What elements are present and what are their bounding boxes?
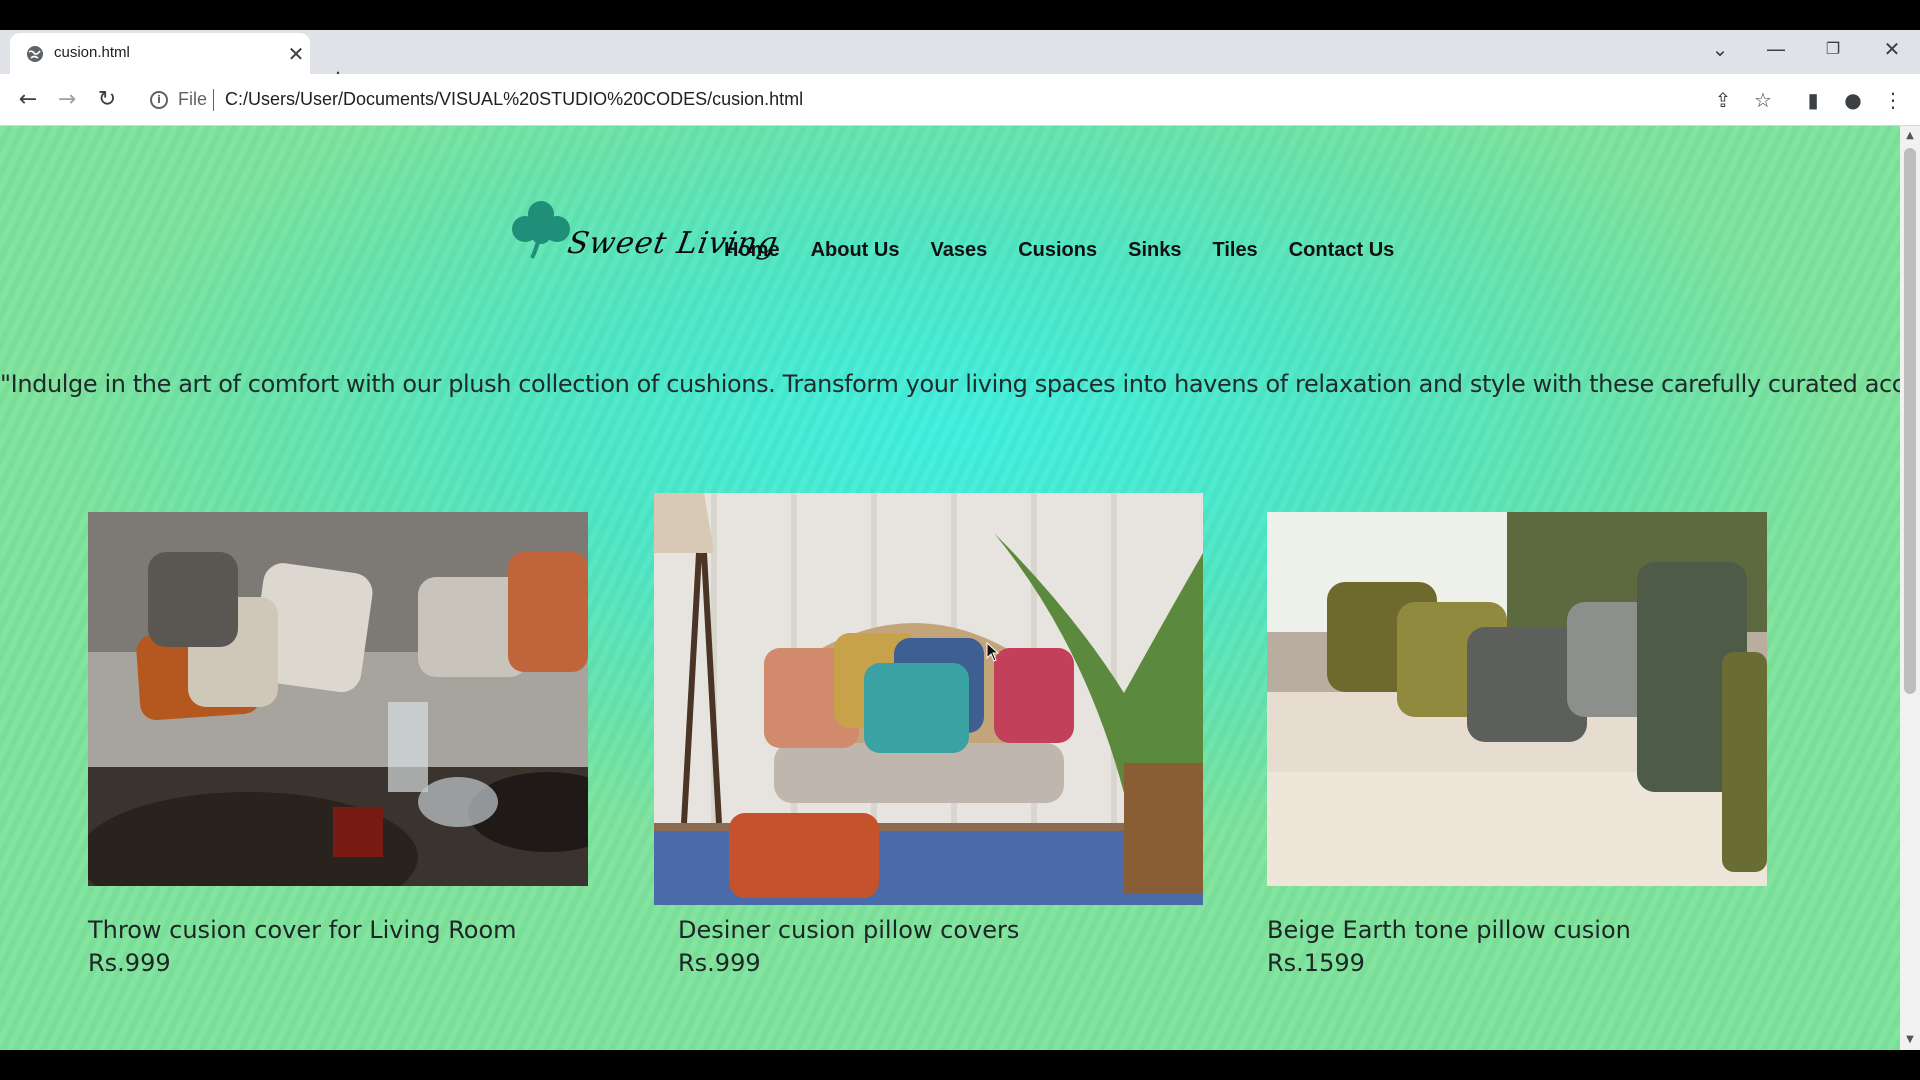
clover-logo-icon	[512, 201, 570, 259]
tab-search-icon[interactable]: ⌄	[1700, 34, 1740, 64]
intro-quote: "Indulge in the art of comfort with our …	[0, 370, 1900, 398]
back-icon[interactable]: ←	[14, 86, 42, 114]
product-price-1: Rs.999	[88, 949, 171, 977]
browser-window: cusion.html ✕ + ⌄ — ❐ ✕ ← → ↻ i File C:/…	[0, 0, 1920, 1080]
globe-icon	[27, 46, 43, 62]
scroll-thumb[interactable]	[1904, 148, 1916, 694]
side-panel-icon[interactable]: ▮	[1798, 86, 1828, 114]
browser-toolbar: ← → ↻ i File C:/Users/User/Documents/VIS…	[0, 74, 1920, 126]
bookmark-star-icon[interactable]: ☆	[1748, 86, 1778, 114]
tab-title: cusion.html	[54, 44, 130, 61]
reload-icon[interactable]: ↻	[93, 86, 121, 114]
nav-item-home[interactable]: Home	[724, 239, 780, 262]
product-image-1[interactable]	[88, 512, 588, 886]
menu-kebab-icon[interactable]: ⋮	[1878, 86, 1908, 114]
product-image-2[interactable]	[654, 493, 1203, 905]
info-icon[interactable]: i	[150, 91, 168, 109]
title-bar	[0, 0, 1920, 30]
nav-item-about-us[interactable]: About Us	[811, 239, 900, 262]
mouse-cursor-icon	[986, 642, 1000, 662]
product-image-3[interactable]	[1267, 512, 1767, 886]
restore-icon[interactable]: ❐	[1813, 34, 1853, 64]
address-bar[interactable]: i File C:/Users/User/Documents/VISUAL%20…	[138, 80, 1758, 120]
scroll-up-icon[interactable]: ▲	[1904, 130, 1916, 141]
close-window-icon[interactable]: ✕	[1872, 34, 1912, 64]
profile-avatar-icon[interactable]: ●	[1838, 86, 1868, 114]
scroll-down-icon[interactable]: ▼	[1904, 1034, 1916, 1045]
address-separator	[213, 89, 214, 111]
nav-item-contact-us[interactable]: Contact Us	[1289, 239, 1395, 262]
product-name-1[interactable]: Throw cusion cover for Living Room	[88, 916, 517, 944]
minimize-icon[interactable]: —	[1756, 34, 1796, 64]
nav-item-sinks[interactable]: Sinks	[1128, 239, 1181, 262]
product-price-3: Rs.1599	[1267, 949, 1365, 977]
vertical-scrollbar[interactable]: ▲ ▼	[1900, 126, 1920, 1050]
product-name-2[interactable]: Desiner cusion pillow covers	[678, 916, 1019, 944]
page-viewport: Sweet Living Home About Us Vases Cusions…	[0, 126, 1900, 1050]
share-icon[interactable]: ⇪	[1708, 86, 1738, 114]
close-tab-icon[interactable]: ✕	[285, 43, 307, 65]
address-url[interactable]: C:/Users/User/Documents/VISUAL%20STUDIO%…	[225, 89, 803, 110]
nav-item-cusions[interactable]: Cusions	[1018, 239, 1097, 262]
product-price-2: Rs.999	[678, 949, 761, 977]
nav-item-vases[interactable]: Vases	[930, 239, 987, 262]
taskbar-strip	[0, 1050, 1920, 1080]
product-name-3[interactable]: Beige Earth tone pillow cusion	[1267, 916, 1631, 944]
tab-cusion[interactable]: cusion.html ✕	[10, 33, 310, 74]
forward-icon[interactable]: →	[53, 86, 81, 114]
tab-strip: cusion.html ✕ +	[0, 30, 1920, 94]
address-scheme: File	[178, 89, 208, 109]
nav-item-tiles[interactable]: Tiles	[1212, 239, 1257, 262]
main-nav: Home About Us Vases Cusions Sinks Tiles …	[724, 239, 1425, 262]
